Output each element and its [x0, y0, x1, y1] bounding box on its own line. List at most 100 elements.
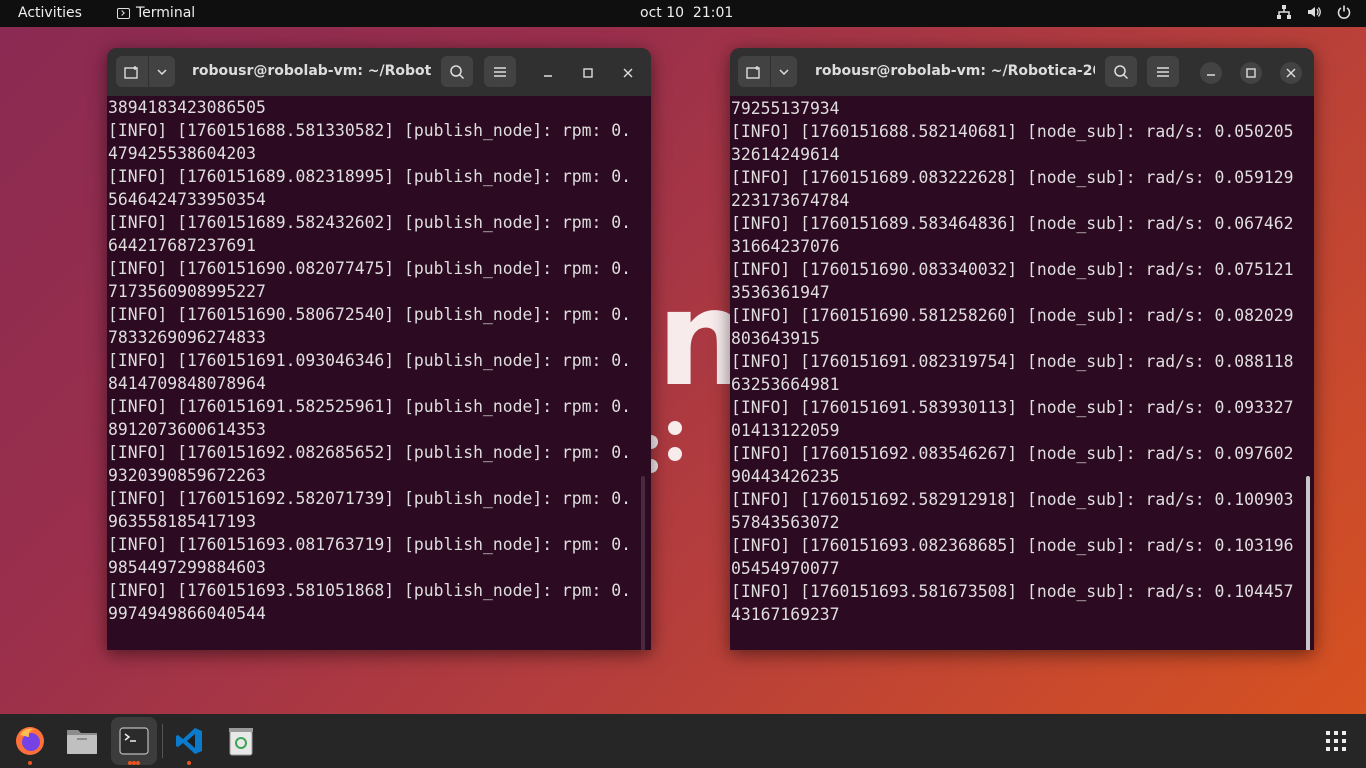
terminal-headerbar[interactable]: robousr@robolab-vm: ~/Robot... — [107, 48, 651, 96]
terminal-line: 05454970077 — [731, 559, 840, 578]
terminal-line: 63253664981 — [731, 375, 840, 394]
terminal-line: 644217687237691 — [108, 236, 257, 255]
dock-item-vscode[interactable] — [166, 717, 212, 765]
minimize-button[interactable] — [537, 62, 559, 84]
search-button[interactable] — [1105, 56, 1137, 87]
terminal-line: [INFO] [1760151693.581051868] [publish_n… — [108, 581, 632, 600]
terminal-lines: 3894183423086505 [INFO] [1760151688.58133… — [108, 96, 631, 625]
system-tray[interactable] — [1276, 4, 1352, 20]
terminal-line: 9320390859672263 — [108, 466, 266, 485]
terminal-line: [INFO] [1760151690.083340032] [node_sub]… — [731, 260, 1294, 279]
maximize-icon — [583, 68, 593, 78]
terminal-headerbar[interactable]: robousr@robolab-vm: ~/Robotica-20... — [730, 48, 1314, 96]
terminal-line: [INFO] [1760151693.581673508] [node_sub]… — [731, 582, 1294, 601]
terminal-line: 8912073600614353 — [108, 420, 266, 439]
app-menu[interactable]: Terminal — [117, 5, 195, 21]
terminal-line: [INFO] [1760151692.582071739] [publish_n… — [108, 489, 632, 508]
terminal-line: [INFO] [1760151690.580672540] [publish_n… — [108, 305, 632, 324]
terminal-output[interactable]: 3894183423086505 [INFO] [1760151688.58133… — [107, 96, 651, 650]
terminal-line: 479425538604203 — [108, 144, 257, 163]
minimize-icon — [1207, 74, 1215, 76]
chevron-down-icon — [779, 68, 789, 75]
scrollbar[interactable] — [641, 476, 645, 650]
terminal-line: [INFO] [1760151692.083546267] [node_sub]… — [731, 444, 1294, 463]
terminal-line: [INFO] [1760151690.581258260] [node_sub]… — [731, 306, 1294, 325]
close-icon — [1286, 68, 1296, 78]
terminal-line: 3894183423086505 — [108, 98, 266, 117]
search-icon — [1114, 64, 1129, 79]
terminal-line: [INFO] [1760151690.082077475] [publish_n… — [108, 259, 632, 278]
dock-item-firefox[interactable] — [7, 717, 53, 765]
menu-button[interactable] — [484, 56, 516, 87]
close-icon — [623, 68, 633, 78]
show-apps-button[interactable] — [1313, 717, 1359, 765]
clock[interactable]: oct 10 21:01 — [640, 5, 733, 21]
terminal-output[interactable]: 79255137934 [INFO] [1760151688.582140681]… — [730, 96, 1314, 650]
new-tab-button[interactable] — [738, 56, 770, 87]
hamburger-icon — [1157, 66, 1169, 77]
power-icon — [1336, 4, 1352, 20]
terminal-line: 223173674784 — [731, 191, 850, 210]
close-button[interactable] — [617, 62, 639, 84]
files-icon — [67, 730, 97, 754]
hamburger-icon — [494, 66, 506, 77]
terminal-line: [INFO] [1760151689.583464836] [node_sub]… — [731, 214, 1294, 233]
search-button[interactable] — [441, 56, 473, 87]
minimize-icon — [544, 75, 552, 77]
tab-menu-button[interactable] — [148, 56, 175, 87]
terminal-line: 43167169237 — [731, 605, 840, 624]
trash-icon — [229, 728, 253, 756]
terminal-line: 79255137934 — [731, 99, 840, 118]
terminal-line: 803643915 — [731, 329, 820, 348]
terminal-line: 57843563072 — [731, 513, 840, 532]
terminal-line: 7833269096274833 — [108, 328, 266, 347]
top-bar: Activities Terminal oct 10 21:01 — [0, 0, 1366, 27]
terminal-line: [INFO] [1760151689.082318995] [publish_n… — [108, 167, 632, 186]
terminal-line: [INFO] [1760151691.582525961] [publish_n… — [108, 397, 632, 416]
volume-icon — [1306, 4, 1322, 20]
terminal-line: 90443426235 — [731, 467, 840, 486]
terminal-line: [INFO] [1760151688.581330582] [publish_n… — [108, 121, 632, 140]
terminal-icon — [119, 727, 149, 755]
network-icon — [1276, 4, 1292, 20]
tab-menu-button[interactable] — [770, 56, 797, 87]
chevron-down-icon — [157, 68, 167, 75]
terminal-line: [INFO] [1760151691.583930113] [node_sub]… — [731, 398, 1294, 417]
terminal-line: 963558185417193 — [108, 512, 257, 531]
firefox-icon — [16, 727, 44, 755]
maximize-icon — [1246, 68, 1256, 78]
terminal-line: 9854497299884603 — [108, 558, 266, 577]
app-grid-icon — [1326, 731, 1346, 751]
terminal-line: [INFO] [1760151688.582140681] [node_sub]… — [731, 122, 1294, 141]
dock-item-files[interactable] — [59, 717, 105, 765]
activities-button[interactable]: Activities — [18, 5, 82, 21]
menu-button[interactable] — [1147, 56, 1179, 87]
close-button[interactable] — [1280, 62, 1302, 84]
new-tab-icon — [746, 65, 760, 79]
dock-separator — [162, 724, 163, 758]
vscode-icon — [176, 728, 202, 754]
terminal-line: 3536361947 — [731, 283, 830, 302]
dock-item-trash[interactable] — [218, 717, 264, 765]
minimize-button[interactable] — [1200, 62, 1222, 84]
terminal-window-left[interactable]: robousr@robolab-vm: ~/Robot... 389418342… — [107, 48, 651, 650]
terminal-line: 01413122059 — [731, 421, 840, 440]
terminal-line: [INFO] [1760151691.093046346] [publish_n… — [108, 351, 632, 370]
terminal-line: [INFO] [1760151693.081763719] [publish_n… — [108, 535, 632, 554]
terminal-line: 8414709848078964 — [108, 374, 266, 393]
scrollbar[interactable] — [1306, 476, 1310, 650]
terminal-line: [INFO] [1760151693.082368685] [node_sub]… — [731, 536, 1294, 555]
new-tab-icon — [124, 65, 138, 79]
terminal-line: [INFO] [1760151692.082685652] [publish_n… — [108, 443, 632, 462]
app-menu-label: Terminal — [136, 5, 196, 21]
terminal-window-right[interactable]: robousr@robolab-vm: ~/Robotica-20... 792… — [730, 48, 1314, 650]
new-tab-button[interactable] — [116, 56, 148, 87]
terminal-line: [INFO] [1760151689.083222628] [node_sub]… — [731, 168, 1294, 187]
maximize-button[interactable] — [1240, 62, 1262, 84]
dock-item-terminal[interactable] — [111, 717, 157, 765]
terminal-lines: 79255137934 [INFO] [1760151688.582140681]… — [731, 97, 1293, 626]
terminal-line: 7173560908995227 — [108, 282, 266, 301]
maximize-button[interactable] — [577, 62, 599, 84]
terminal-line: 5646424733950354 — [108, 190, 266, 209]
terminal-line: 31664237076 — [731, 237, 840, 256]
